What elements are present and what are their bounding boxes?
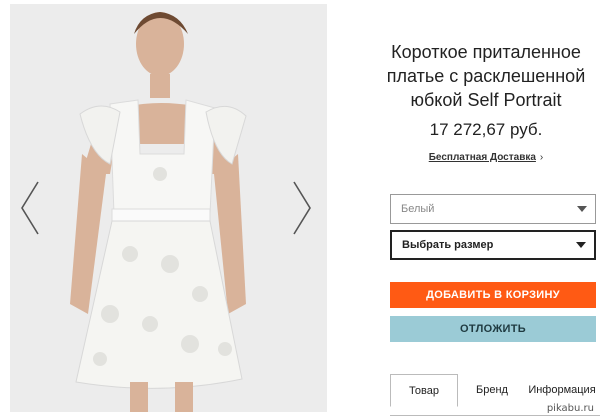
color-select-value: Белый [401, 203, 435, 215]
product-title: Короткое приталенное платье с расклешенн… [386, 42, 586, 110]
free-delivery-link[interactable]: Бесплатная Доставка [429, 152, 536, 163]
previous-image-button[interactable] [18, 178, 42, 238]
save-for-later-button[interactable]: ОТЛОЖИТЬ [390, 316, 596, 342]
chevron-left-icon [21, 181, 39, 235]
free-delivery: Бесплатная Доставка › [378, 152, 594, 163]
tab-brand[interactable]: Бренд [466, 374, 518, 406]
add-to-cart-button[interactable]: ДОБАВИТЬ В КОРЗИНУ [390, 282, 596, 308]
product-photo [10, 4, 327, 412]
caret-down-icon [576, 242, 586, 248]
dress-placeholder-image [10, 4, 327, 412]
watermark: pikabu.ru [546, 403, 594, 414]
product-price: 17 272,67 руб. [429, 120, 543, 139]
chevron-right-icon [293, 181, 311, 235]
chevron-right-small-icon: › [539, 152, 544, 163]
color-select[interactable]: Белый [390, 194, 596, 224]
caret-down-icon [577, 206, 587, 212]
next-image-button[interactable] [290, 178, 314, 238]
tab-information[interactable]: Информация [524, 374, 600, 406]
tab-product[interactable]: Товар [390, 374, 458, 407]
size-select-value: Выбрать размер [402, 239, 494, 251]
size-select[interactable]: Выбрать размер [390, 230, 596, 260]
